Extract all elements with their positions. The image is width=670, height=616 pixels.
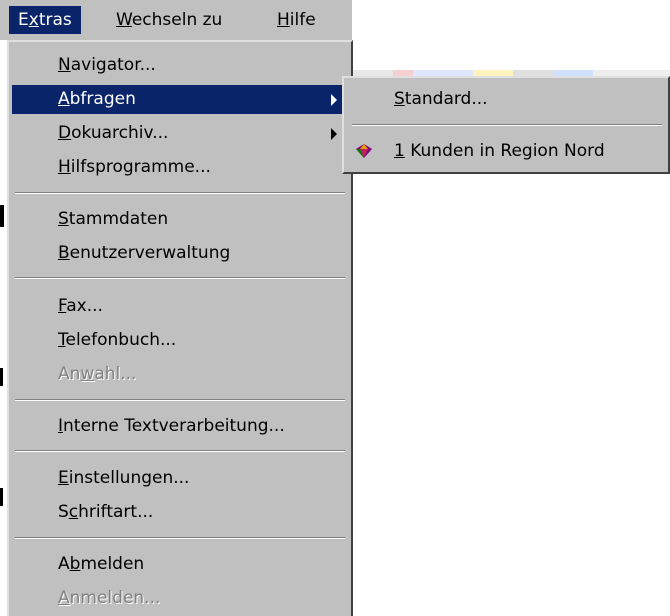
menu-item-interne-textverarbeitung[interactable]: Interne Textverarbeitung... xyxy=(12,412,349,441)
menu-bar: Extras Wechseln zu Hilfe xyxy=(0,0,352,40)
menubar-item-hilfe[interactable]: Hilfe xyxy=(268,6,325,34)
background-edge xyxy=(0,368,3,386)
menu-separator xyxy=(15,399,345,401)
background-edge xyxy=(0,205,4,227)
menu-separator xyxy=(15,192,345,194)
triangle-right-icon xyxy=(331,128,337,140)
menu-item-navigator[interactable]: Navigator... xyxy=(12,51,349,80)
triangle-right-icon xyxy=(331,94,337,106)
menu-separator xyxy=(15,277,345,279)
menu-item-telefonbuch[interactable]: Telefonbuch... xyxy=(12,326,349,355)
background-edge xyxy=(0,488,3,506)
menu-separator xyxy=(15,450,345,452)
extras-menu: Navigator... Abfragen Dokuarchiv... Hilf… xyxy=(7,40,353,616)
menu-item-abmelden[interactable]: Abmelden xyxy=(12,550,349,579)
abfragen-submenu: Standard... 1 Kunden in Region Nord xyxy=(342,76,670,174)
menu-item-stammdaten[interactable]: Stammdaten xyxy=(12,205,349,234)
gem-icon xyxy=(356,144,372,158)
menu-item-anmelden: Anmelden... xyxy=(58,588,161,608)
menu-separator xyxy=(15,537,345,539)
menu-item-dokuarchiv[interactable]: Dokuarchiv... xyxy=(12,119,349,148)
submenu-item-kunden-region-nord[interactable]: 1 Kunden in Region Nord xyxy=(346,136,666,166)
menu-item-einstellungen[interactable]: Einstellungen... xyxy=(12,464,349,493)
menu-item-fax[interactable]: Fax... xyxy=(12,292,349,321)
menubar-item-wechseln-zu[interactable]: Wechseln zu xyxy=(107,6,231,34)
menu-item-benutzerverwaltung[interactable]: Benutzerverwaltung xyxy=(12,239,349,268)
menu-item-schriftart[interactable]: Schriftart... xyxy=(12,498,349,527)
submenu-item-standard[interactable]: Standard... xyxy=(346,84,666,114)
menu-item-anwahl: Anwahl... xyxy=(58,364,137,384)
menu-item-abfragen[interactable]: Abfragen xyxy=(12,85,349,114)
submenu-separator xyxy=(352,124,662,126)
menu-item-hilfsprogramme[interactable]: Hilfsprogramme... xyxy=(12,153,349,182)
menubar-item-extras[interactable]: Extras xyxy=(9,6,81,34)
